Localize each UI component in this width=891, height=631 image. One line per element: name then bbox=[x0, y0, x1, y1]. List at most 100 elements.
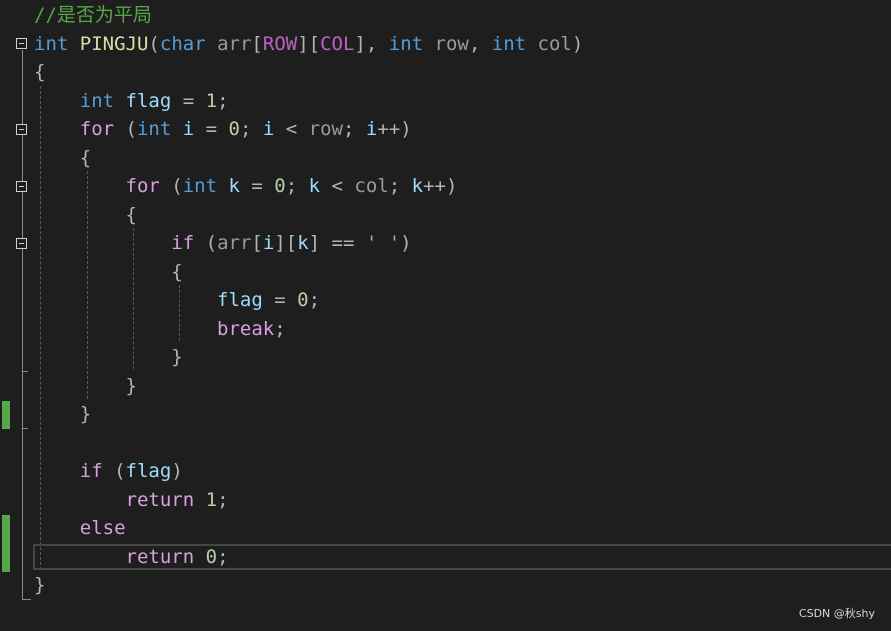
code-token: if bbox=[171, 232, 195, 254]
code-token: ; bbox=[217, 546, 229, 568]
code-token: 0 bbox=[205, 546, 218, 568]
code-token: k bbox=[228, 175, 240, 197]
code-token: i bbox=[262, 232, 275, 254]
code-token: break bbox=[217, 318, 275, 340]
code-token: int bbox=[182, 175, 218, 197]
collapse-icon[interactable] bbox=[16, 124, 27, 135]
collapse-icon[interactable] bbox=[16, 181, 27, 192]
watermark: CSDN @秋shy bbox=[798, 607, 875, 620]
code-token: ; bbox=[285, 175, 309, 197]
code-token: int bbox=[79, 90, 115, 112]
code-token: for bbox=[125, 175, 160, 197]
code-token: 1 bbox=[205, 90, 218, 112]
code-token: ) bbox=[400, 232, 412, 254]
code-token: k bbox=[308, 175, 321, 197]
code-token: } bbox=[34, 346, 183, 368]
code-token: ; bbox=[343, 118, 366, 140]
code-token: ( bbox=[102, 460, 126, 482]
code-line: int flag = 1; bbox=[34, 87, 229, 115]
code-token: { bbox=[34, 61, 46, 83]
code-token: { bbox=[34, 204, 137, 226]
code-token: } bbox=[34, 375, 137, 397]
code-token: ; bbox=[240, 118, 263, 140]
code-token: = bbox=[171, 90, 206, 112]
code-token: //是否为平局 bbox=[34, 4, 152, 26]
code-token: = bbox=[262, 289, 298, 311]
outline-end-tick bbox=[22, 599, 31, 600]
code-token: row bbox=[434, 33, 469, 55]
code-token: col bbox=[537, 33, 572, 55]
code-token: ( bbox=[159, 175, 183, 197]
code-token: } bbox=[34, 574, 46, 596]
code-line: //是否为平局 bbox=[34, 1, 152, 29]
code-token: PINGJU bbox=[79, 33, 149, 55]
code-token: col bbox=[354, 175, 389, 197]
code-token: { bbox=[34, 261, 183, 283]
code-token: 0 bbox=[274, 175, 286, 197]
collapse-icon[interactable] bbox=[16, 38, 27, 49]
code-token: ) bbox=[571, 33, 584, 55]
code-token: ] == bbox=[308, 232, 366, 254]
code-token: int bbox=[34, 33, 69, 55]
code-token: k bbox=[411, 175, 424, 197]
code-token: flag bbox=[217, 289, 263, 311]
code-token: 0 bbox=[228, 118, 240, 140]
code-token: = bbox=[194, 118, 229, 140]
code-token: COL bbox=[320, 33, 355, 55]
code-token: ; bbox=[274, 318, 286, 340]
code-token: } bbox=[34, 403, 92, 425]
code-line: { bbox=[34, 58, 45, 86]
code-token: ( bbox=[148, 33, 160, 55]
code-token: ; bbox=[388, 175, 412, 197]
code-token: , bbox=[468, 33, 492, 55]
code-line: } bbox=[34, 571, 45, 599]
code-token: row bbox=[308, 118, 343, 140]
code-token: i bbox=[182, 118, 195, 140]
code-line: for (int k = 0; k < col; k++) bbox=[34, 172, 458, 200]
code-token: { bbox=[34, 147, 92, 169]
code-token: ][ bbox=[274, 232, 298, 254]
collapse-icon[interactable] bbox=[16, 238, 27, 249]
code-line: return 1; bbox=[34, 486, 229, 514]
code-token: = bbox=[239, 175, 275, 197]
code-token: return bbox=[125, 546, 195, 568]
outline-end-tick bbox=[22, 371, 28, 372]
code-token: i bbox=[365, 118, 378, 140]
code-token: 0 bbox=[297, 289, 309, 311]
code-line: if (flag) bbox=[34, 457, 183, 485]
code-token: k bbox=[297, 232, 309, 254]
code-line: int PINGJU(char arr[ROW][COL], int row, … bbox=[34, 30, 583, 58]
code-token: flag bbox=[125, 90, 172, 112]
code-token: ROW bbox=[262, 33, 298, 55]
code-token: ][ bbox=[297, 33, 321, 55]
code-token: int bbox=[491, 33, 527, 55]
code-line: { bbox=[34, 144, 91, 172]
code-line: { bbox=[34, 201, 137, 229]
code-token: ++) bbox=[423, 175, 458, 197]
code-token: ( bbox=[114, 118, 137, 140]
code-token: ; bbox=[217, 90, 229, 112]
code-token: for bbox=[79, 118, 115, 140]
code-line: if (arr[i][k] == ' ') bbox=[34, 229, 412, 257]
code-token: ) bbox=[171, 460, 183, 482]
code-token: ++) bbox=[377, 118, 412, 140]
code-line: break; bbox=[34, 315, 286, 343]
code-line: } bbox=[34, 343, 183, 371]
